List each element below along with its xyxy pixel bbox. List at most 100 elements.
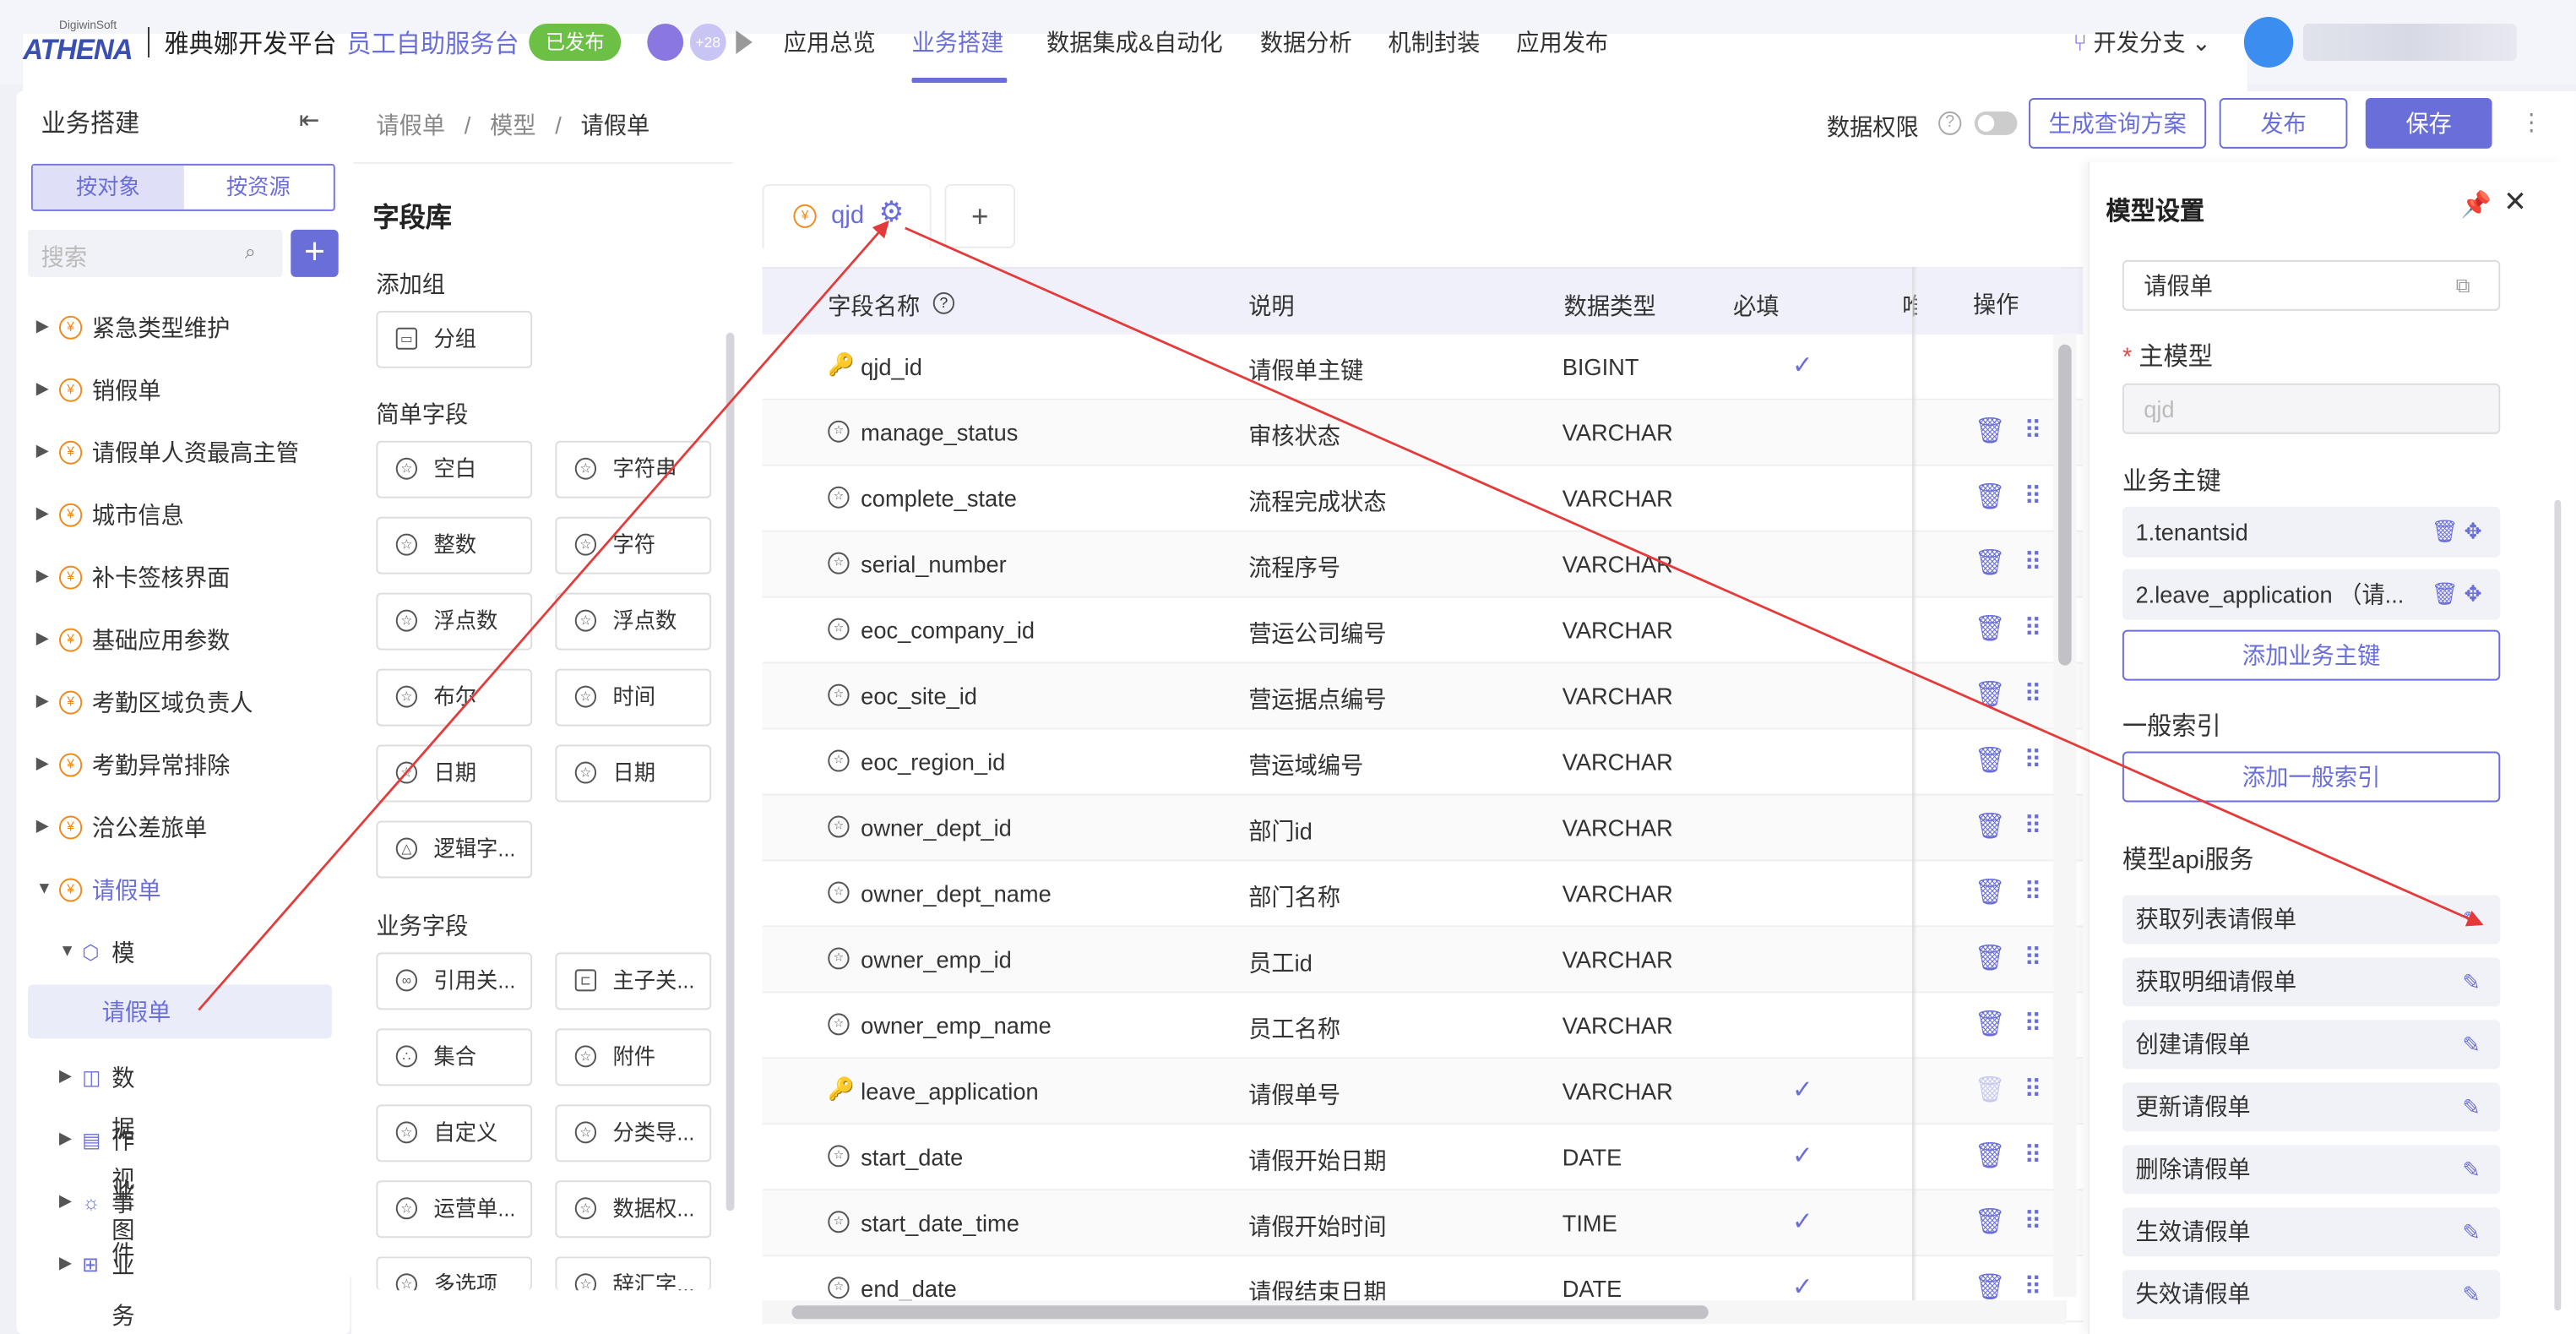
delete-icon[interactable]: 🗑	[1975, 1140, 2006, 1170]
drag-handle-icon[interactable]: ⠿	[2024, 613, 2041, 644]
more-icon[interactable]: ⋮	[2520, 108, 2543, 137]
breadcrumb-item[interactable]: 请假单	[376, 112, 445, 139]
table-row[interactable]: ☆ start_date_time 请假开始时间 TIME ✓ 🗑 ⠿	[762, 1190, 2084, 1257]
move-icon[interactable]: ✥	[2465, 569, 2482, 620]
cell-field-name[interactable]: manage_status	[861, 419, 1018, 446]
table-row[interactable]: ☆ serial_number 流程序号 VARCHAR 🗑 ⠿	[762, 531, 2084, 598]
caret-right-icon[interactable]: ▶	[36, 490, 49, 541]
edit-icon[interactable]: ✎	[2463, 957, 2481, 1006]
cell-field-name[interactable]: eoc_site_id	[861, 683, 977, 710]
caret-down-icon[interactable]: ▼	[36, 864, 52, 915]
caret-right-icon[interactable]: ▶	[36, 678, 49, 728]
tree-item[interactable]: ▶ ¥ 洽公差旅单	[16, 803, 350, 853]
caret-right-icon[interactable]: ▶	[36, 365, 49, 416]
cell-field-name[interactable]: owner_dept_name	[861, 879, 1052, 907]
tab-qjd[interactable]: ¥ qjd ⚙	[762, 183, 932, 248]
field-float[interactable]: ☆ 浮点数	[555, 592, 712, 651]
tree-item[interactable]: ▶ ¥ 补卡签核界面	[16, 553, 350, 603]
cell-field-name[interactable]: owner_dept_id	[861, 814, 1012, 841]
caret-right-icon[interactable]: ▶	[59, 1052, 72, 1103]
panel-scrollbar[interactable]	[2554, 499, 2562, 1311]
caret-right-icon[interactable]: ▶	[59, 1239, 72, 1290]
drag-handle-icon[interactable]: ⠿	[2024, 876, 2041, 907]
delete-icon[interactable]: 🗑	[1975, 613, 2006, 644]
field-group[interactable]: ▭ 分组	[376, 310, 533, 368]
table-row[interactable]: ☆ owner_dept_name 部门名称 VARCHAR 🗑 ⠿	[762, 861, 2084, 928]
drag-handle-icon[interactable]: ⠿	[2024, 1008, 2041, 1038]
drag-handle-icon[interactable]: ⠿	[2024, 1206, 2041, 1236]
field-library-scrollbar[interactable]	[726, 332, 735, 1211]
drag-handle-icon[interactable]: ⠿	[2024, 1271, 2041, 1302]
user-avatar[interactable]	[2243, 16, 2294, 68]
field-master-detail[interactable]: ⊏ 主子关...	[555, 952, 712, 1010]
generate-query-button[interactable]: 生成查询方案	[2029, 97, 2207, 149]
breadcrumb-item[interactable]: 模型	[490, 112, 535, 139]
caret-right-icon[interactable]: ▶	[36, 302, 49, 353]
app-name[interactable]: 员工自助服务台	[346, 25, 519, 61]
cell-field-name[interactable]: eoc_region_id	[861, 749, 1005, 776]
drag-handle-icon[interactable]: ⠿	[2024, 547, 2041, 578]
field-float[interactable]: ☆ 浮点数	[376, 592, 533, 651]
play-icon[interactable]	[736, 30, 753, 54]
bizkey-item[interactable]: 1.tenantsid 🗑 ✥	[2122, 506, 2501, 558]
cell-field-name[interactable]: serial_number	[861, 551, 1007, 578]
caret-right-icon[interactable]: ▶	[59, 1177, 72, 1228]
athena-logo[interactable]: DigiwinSoft ATHENA	[23, 20, 2247, 1277]
tree-item[interactable]: ▶ ¥ 请假单人资最高主管	[16, 427, 350, 478]
drag-handle-icon[interactable]: ⠿	[2024, 482, 2041, 512]
table-row[interactable]: ☆ complete_state 流程完成状态 VARCHAR 🗑 ⠿	[762, 466, 2084, 532]
cell-field-name[interactable]: start_date_time	[861, 1209, 1019, 1236]
add-index-button[interactable]: 添加一般索引	[2122, 751, 2501, 803]
delete-icon[interactable]: 🗑	[1975, 745, 2006, 776]
field-char[interactable]: ☆ 字符	[555, 516, 712, 574]
table-row[interactable]: 🔑 qjd_id 请假单主键 BIGINT ✓	[762, 334, 2084, 400]
model-name-field[interactable]: 请假单 ⧉	[2122, 259, 2501, 311]
drag-handle-icon[interactable]: ⠿	[2024, 416, 2041, 446]
api-service-item[interactable]: 创建请假单 ✎	[2122, 1020, 2501, 1070]
caret-down-icon[interactable]: ▼	[59, 927, 75, 977]
table-vertical-scrollbar[interactable]	[2053, 334, 2077, 1298]
api-service-item[interactable]: 删除请假单 ✎	[2122, 1145, 2501, 1195]
caret-right-icon[interactable]: ▶	[36, 427, 49, 478]
tab-by-resource[interactable]: 按资源	[183, 166, 334, 210]
table-row[interactable]: ☆ start_date 请假开始日期 DATE ✓ 🗑 ⠿	[762, 1124, 2084, 1191]
caret-right-icon[interactable]: ▶	[36, 740, 49, 791]
delete-icon[interactable]: 🗑	[2432, 507, 2459, 558]
nav-data-integration[interactable]: 数据集成&自动化	[1046, 25, 1223, 59]
delete-icon[interactable]: 🗑	[1975, 1271, 2006, 1302]
cell-field-name[interactable]: qjd_id	[861, 353, 922, 380]
move-icon[interactable]: ✥	[2465, 507, 2482, 558]
gear-icon[interactable]: ⚙	[879, 196, 905, 230]
save-button[interactable]: 保存	[2365, 97, 2492, 149]
add-bizkey-button[interactable]: 添加业务主键	[2122, 629, 2501, 681]
delete-icon[interactable]: 🗑	[1975, 416, 2006, 446]
table-row[interactable]: ☆ manage_status 审核状态 VARCHAR 🗑 ⠿	[762, 400, 2084, 466]
table-row[interactable]: ☆ owner_emp_id 员工id VARCHAR 🗑 ⠿	[762, 927, 2084, 994]
api-service-item[interactable]: 获取明细请假单 ✎	[2122, 957, 2501, 1007]
api-service-item[interactable]: 失效请假单 ✎	[2122, 1270, 2501, 1320]
scroll-thumb[interactable]	[2058, 344, 2072, 666]
delete-icon[interactable]: 🗑	[1975, 482, 2006, 512]
cell-field-name[interactable]: end_date	[861, 1275, 957, 1302]
cell-field-name[interactable]: start_date	[861, 1143, 963, 1170]
collaborator-avatar[interactable]	[647, 23, 684, 61]
nav-app-overview[interactable]: 应用总览	[784, 25, 876, 59]
close-icon[interactable]: ✕	[2503, 186, 2527, 220]
delete-icon[interactable]: 🗑	[2432, 569, 2459, 620]
cell-field-name[interactable]: owner_emp_id	[861, 945, 1012, 972]
field-date[interactable]: ☆ 日期	[376, 744, 533, 803]
edit-icon[interactable]: ✎	[2463, 1270, 2481, 1319]
table-row[interactable]: ☆ owner_dept_id 部门id VARCHAR 🗑 ⠿	[762, 795, 2084, 862]
cell-field-name[interactable]: complete_state	[861, 485, 1017, 512]
table-row[interactable]: ☆ eoc_site_id 营运据点编号 VARCHAR 🗑 ⠿	[762, 663, 2084, 730]
search-input[interactable]: 搜索 ⌕	[28, 229, 283, 277]
add-tab-button[interactable]: +	[944, 183, 1016, 248]
tree-item[interactable]: ▶ ¥ 城市信息	[16, 490, 350, 541]
api-service-item[interactable]: 获取列表请假单 ✎	[2122, 895, 2501, 945]
field-logic[interactable]: △ 逻辑字...	[376, 820, 533, 879]
field-operating-unit[interactable]: ☆ 运营单...	[376, 1180, 533, 1239]
caret-right-icon[interactable]: ▶	[36, 553, 49, 603]
bizkey-item[interactable]: 2.leave_application （请... 🗑 ✥	[2122, 569, 2501, 620]
field-time[interactable]: ☆ 时间	[555, 668, 712, 727]
edit-icon[interactable]: ✎	[2463, 1207, 2481, 1256]
